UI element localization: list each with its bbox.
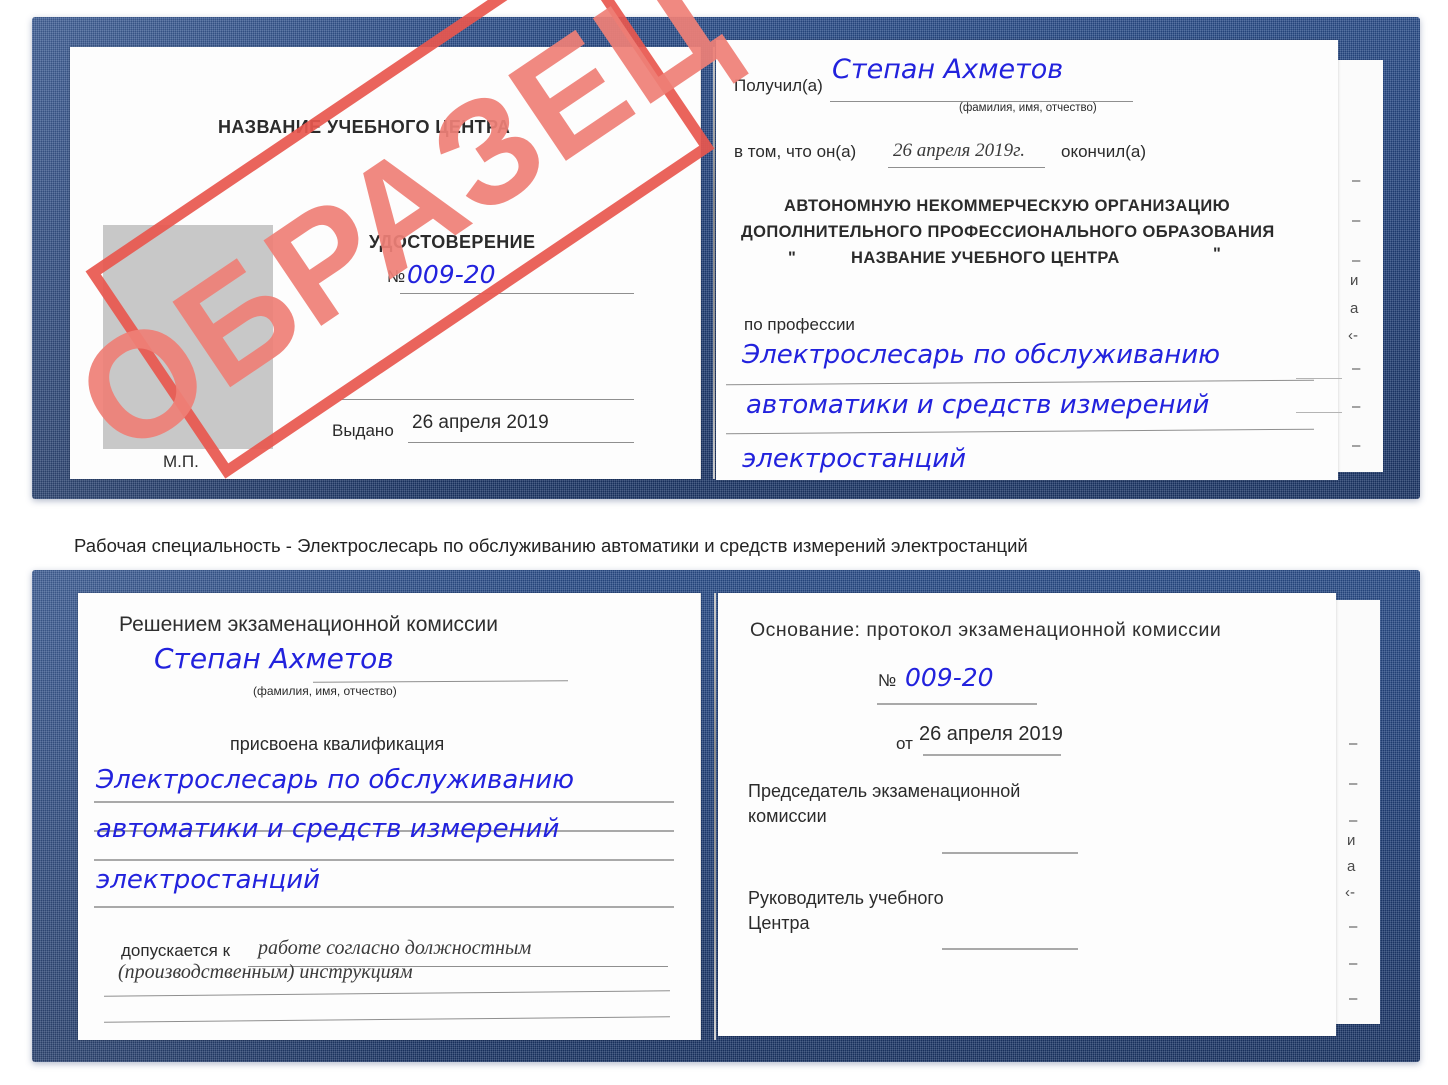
certificate-top-right-page: Получил(а) Степан Ахметов (фамилия, имя,… xyxy=(716,40,1338,480)
admitted-rule-3 xyxy=(104,1016,670,1023)
bottom-name-rule xyxy=(312,680,569,683)
qualification-label: присвоена квалификация xyxy=(230,734,445,754)
photo-placeholder xyxy=(103,225,273,449)
commission-heading: Решением экзаменационной комиссии xyxy=(119,613,499,636)
blank-rule-middle xyxy=(340,399,634,400)
admitted-rule-2 xyxy=(104,990,670,997)
protocol-number-value: 009-20 xyxy=(905,663,994,692)
issued-rule xyxy=(408,442,634,443)
that-he-label: в том, что он(а) xyxy=(734,142,857,161)
number-value: 009-20 xyxy=(407,260,496,289)
issued-label: Выдано xyxy=(332,421,394,440)
admitted-value-1: работе согласно должностным xyxy=(258,937,532,959)
document-type-title: УДОСТОВЕРЕНИЕ xyxy=(369,232,536,252)
profession-rule-2 xyxy=(726,428,1314,435)
that-he-value: 26 апреля 2019г. xyxy=(893,140,1025,161)
finished-label: окончил(а) xyxy=(1061,142,1146,161)
certificate-top-spine xyxy=(713,47,715,479)
screenshot-root: НАЗВАНИЕ УЧЕБНОГО ЦЕНТРА УДОСТОВЕРЕНИЕ №… xyxy=(0,0,1448,1085)
org-line-1: АВТОНОМНУЮ НЕКОММЕРЧЕСКУЮ ОРГАНИЗАЦИЮ xyxy=(784,197,1230,215)
head-line-2: Центра xyxy=(748,913,810,933)
protocol-number-label: № xyxy=(878,671,897,690)
received-hint: (фамилия, имя, отчество) xyxy=(959,102,1097,114)
basis-label: Основание: протокол экзаменационной коми… xyxy=(750,619,1222,641)
protocol-number-rule xyxy=(877,703,1037,705)
profession-line-2: автоматики и средств измерений xyxy=(746,390,1210,420)
org-line-3: НАЗВАНИЕ УЧЕБНОГО ЦЕНТРА xyxy=(851,249,1120,267)
protocol-date-rule xyxy=(923,754,1061,756)
certificate-bottom-spine xyxy=(714,593,716,1040)
received-label: Получил(а) xyxy=(734,76,823,95)
that-he-rule xyxy=(888,167,1045,168)
protocol-date-label: от xyxy=(896,734,913,753)
chairman-line-2: комиссии xyxy=(748,806,827,826)
number-rule xyxy=(400,293,634,294)
org-quote-open: " xyxy=(788,249,797,267)
qualification-rule-1 xyxy=(94,801,674,803)
head-signature-rule xyxy=(942,948,1078,950)
profession-label: по профессии xyxy=(744,315,855,334)
caption-text: Рабочая специальность - Электрослесарь п… xyxy=(74,535,1028,556)
qualification-rule-2 xyxy=(94,859,674,861)
issued-value: 26 апреля 2019 xyxy=(412,412,549,433)
bottom-name-hint: (фамилия, имя, отчество) xyxy=(253,684,397,698)
qualification-line-1: Электрослесарь по обслуживанию xyxy=(96,765,575,795)
qualification-rule-3 xyxy=(94,906,674,908)
certificate-bottom-right-page: Основание: протокол экзаменационной коми… xyxy=(718,593,1336,1036)
bottom-name-value: Степан Ахметов xyxy=(154,642,394,675)
qualification-line-2: автоматики и средств измерений xyxy=(96,814,560,844)
stamp-place-label: М.П. xyxy=(163,452,199,471)
org-quote-close: " xyxy=(1213,245,1222,263)
certificate-top-left-page: НАЗВАНИЕ УЧЕБНОГО ЦЕНТРА УДОСТОВЕРЕНИЕ №… xyxy=(70,47,701,479)
protocol-date-value: 26 апреля 2019 xyxy=(919,723,1063,745)
profession-line-1: Электрослесарь по обслуживанию xyxy=(742,340,1221,370)
org-line-2: ДОПОЛНИТЕЛЬНОГО ПРОФЕССИОНАЛЬНОГО ОБРАЗО… xyxy=(741,223,1275,241)
chairman-line-1: Председатель экзаменационной xyxy=(748,781,1021,801)
admitted-value-2: (производственным) инструкциям xyxy=(118,961,413,983)
number-label: № xyxy=(387,267,406,286)
training-center-title: НАЗВАНИЕ УЧЕБНОГО ЦЕНТРА xyxy=(218,117,511,137)
profession-line-3: электростанций xyxy=(742,444,967,474)
head-line-1: Руководитель учебного xyxy=(748,888,944,908)
qualification-line-3: электростанций xyxy=(96,865,321,895)
received-value: Степан Ахметов xyxy=(832,54,1064,85)
profession-rule-1 xyxy=(726,379,1314,386)
certificate-bottom-left-page: Решением экзаменационной комиссии Степан… xyxy=(78,593,701,1040)
chairman-signature-rule xyxy=(942,852,1078,854)
admitted-label: допускается к xyxy=(121,941,231,960)
